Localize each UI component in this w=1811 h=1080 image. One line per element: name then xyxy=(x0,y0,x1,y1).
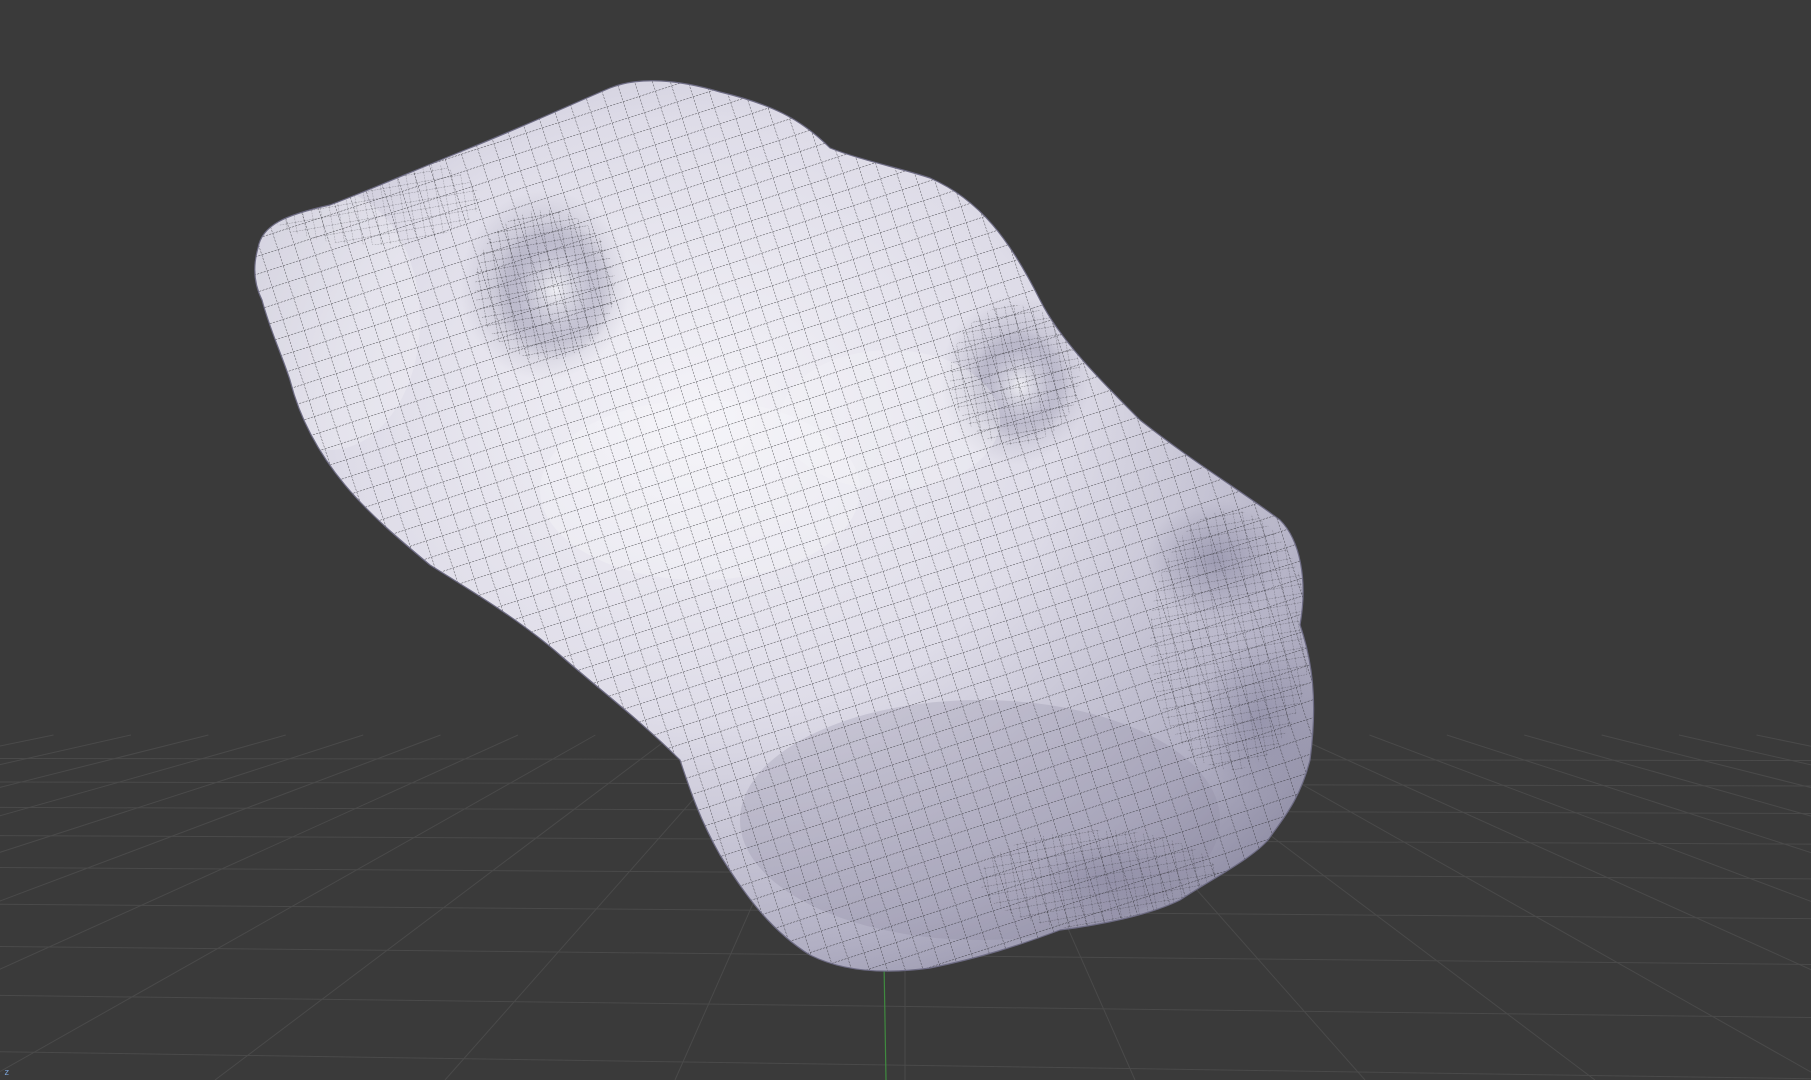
grid-line xyxy=(1369,734,1811,902)
y-axis-line xyxy=(883,961,887,1080)
grid-line xyxy=(0,734,132,766)
grid-line xyxy=(0,734,286,817)
grid-line xyxy=(1524,734,1811,817)
grid-line xyxy=(1214,734,1811,1073)
grid-line xyxy=(1446,734,1811,854)
grid-line xyxy=(0,734,596,1073)
grid-line xyxy=(0,734,54,747)
grid-line xyxy=(1678,734,1811,766)
rock-mesh-shading xyxy=(254,80,1314,972)
3d-viewport[interactable]: z xyxy=(0,0,1811,1080)
grid-line xyxy=(1756,734,1811,747)
axis-indicator-label: z xyxy=(4,1068,10,1078)
viewport-canvas[interactable] xyxy=(0,0,1811,1080)
rock-mesh[interactable] xyxy=(200,60,1350,990)
grid-line xyxy=(0,734,364,853)
